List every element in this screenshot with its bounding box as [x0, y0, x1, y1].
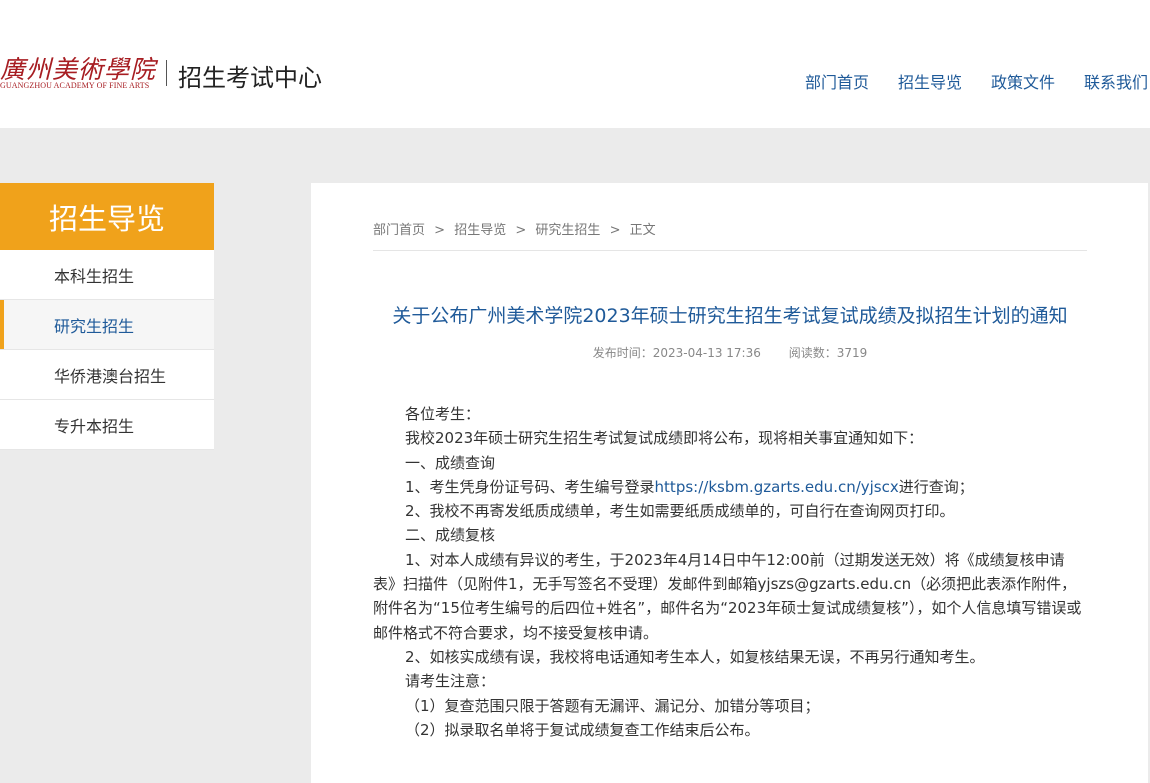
article-title: 关于公布广州美术学院2023年硕士研究生招生考试复试成绩及拟招生计划的通知 [392, 305, 1068, 327]
paragraph-greeting: 各位考生： [405, 405, 481, 423]
publish-time: 发布时间：2023-04-13 17:36 [592, 346, 761, 360]
sidebar-item-overseas-hk-macao-taiwan[interactable]: 华侨港澳台招生 [0, 350, 214, 400]
nav-policy-documents[interactable]: 政策文件 [991, 69, 1055, 93]
paragraph-notice-2: （2）拟录取名单将于复试成绩复查工作结束后公布。 [405, 720, 760, 739]
query-step-1-suffix: 进行查询； [898, 477, 974, 496]
nav-contact-us[interactable]: 联系我们 [1084, 69, 1148, 93]
main-nav: 部门首页 招生导览 政策文件 联系我们 [776, 69, 1148, 93]
sidebar-item-undergraduate[interactable]: 本科生招生 [0, 250, 214, 300]
breadcrumb-current: 正文 [629, 223, 656, 238]
sidebar: 招生导览 本科生招生 研究生招生 华侨港澳台招生 专升本招生 [0, 183, 214, 450]
breadcrumb-separator: > [609, 223, 621, 238]
view-count: 阅读数：3719 [788, 346, 868, 360]
paragraph-review-step-1: 1、对本人成绩有异议的考生，于2023年4月14日中午12:00前（过期发送无效… [373, 550, 1082, 642]
breadcrumb-home[interactable]: 部门首页 [373, 219, 425, 238]
nav-home[interactable]: 部门首页 [805, 69, 869, 93]
paragraph-review-step-2: 2、如核实成绩有误，我校将电话通知考生本人，如复核结果无误，不再另行通知考生。 [405, 647, 985, 666]
breadcrumb-separator: > [515, 223, 527, 238]
paragraph-notice-heading: 请考生注意： [405, 672, 496, 691]
breadcrumb: 部门首页 > 招生导览 > 研究生招生 > 正文 [373, 219, 656, 238]
sidebar-title: 招生导览 [0, 183, 214, 250]
breadcrumb-graduate[interactable]: 研究生招生 [535, 219, 600, 238]
breadcrumb-divider [373, 250, 1087, 251]
section-heading-score-review: 二、成绩复核 [405, 526, 496, 545]
paragraph-notice-1: （1）复查范围只限于答题有无漏评、漏记分、加错分等项目； [405, 696, 820, 715]
score-query-link[interactable]: https://ksbm.gzarts.edu.cn/yjscx [655, 478, 899, 496]
breadcrumb-admissions-guide[interactable]: 招生导览 [454, 219, 506, 238]
breadcrumb-separator: > [434, 223, 446, 238]
logo-english-name: GUANGZHOU ACADEMY OF FINE ARTS [0, 81, 150, 90]
query-step-1-text: 1、考生凭身份证号码、考生编号登录 [405, 477, 655, 496]
paragraph-query-step-2: 2、我校不再寄发纸质成绩单，考生如需要纸质成绩单的，可自行在查询网页打印。 [405, 502, 955, 521]
site-header: 廣州美術學院 GUANGZHOU ACADEMY OF FINE ARTS 招生… [0, 0, 1150, 128]
academy-logo[interactable]: 廣州美術學院 GUANGZHOU ACADEMY OF FINE ARTS [0, 50, 160, 94]
sidebar-item-graduate[interactable]: 研究生招生 [0, 300, 214, 350]
section-heading-score-query: 一、成绩查询 [405, 453, 496, 472]
article-body: 各位考生： 我校2023年硕士研究生招生考试复试成绩即将公布，现将相关事宜通知如… [373, 402, 1087, 742]
site-title: 招生考试中心 [178, 64, 322, 92]
logo-divider [166, 60, 167, 86]
paragraph-query-step-1: 1、考生凭身份证号码、考生编号登录https://ksbm.gzarts.edu… [373, 475, 1087, 499]
paragraph-intro: 我校2023年硕士研究生招生考试复试成绩即将公布，现将相关事宜通知如下： [405, 429, 924, 448]
nav-admissions-guide[interactable]: 招生导览 [898, 69, 962, 93]
sidebar-item-upgrade-to-bachelor[interactable]: 专升本招生 [0, 400, 214, 450]
article-meta: 发布时间：2023-04-13 17:36 阅读数：3719 [373, 344, 1087, 361]
article-panel: 部门首页 > 招生导览 > 研究生招生 > 正文 关于公布广州美术学院2023年… [311, 183, 1148, 783]
